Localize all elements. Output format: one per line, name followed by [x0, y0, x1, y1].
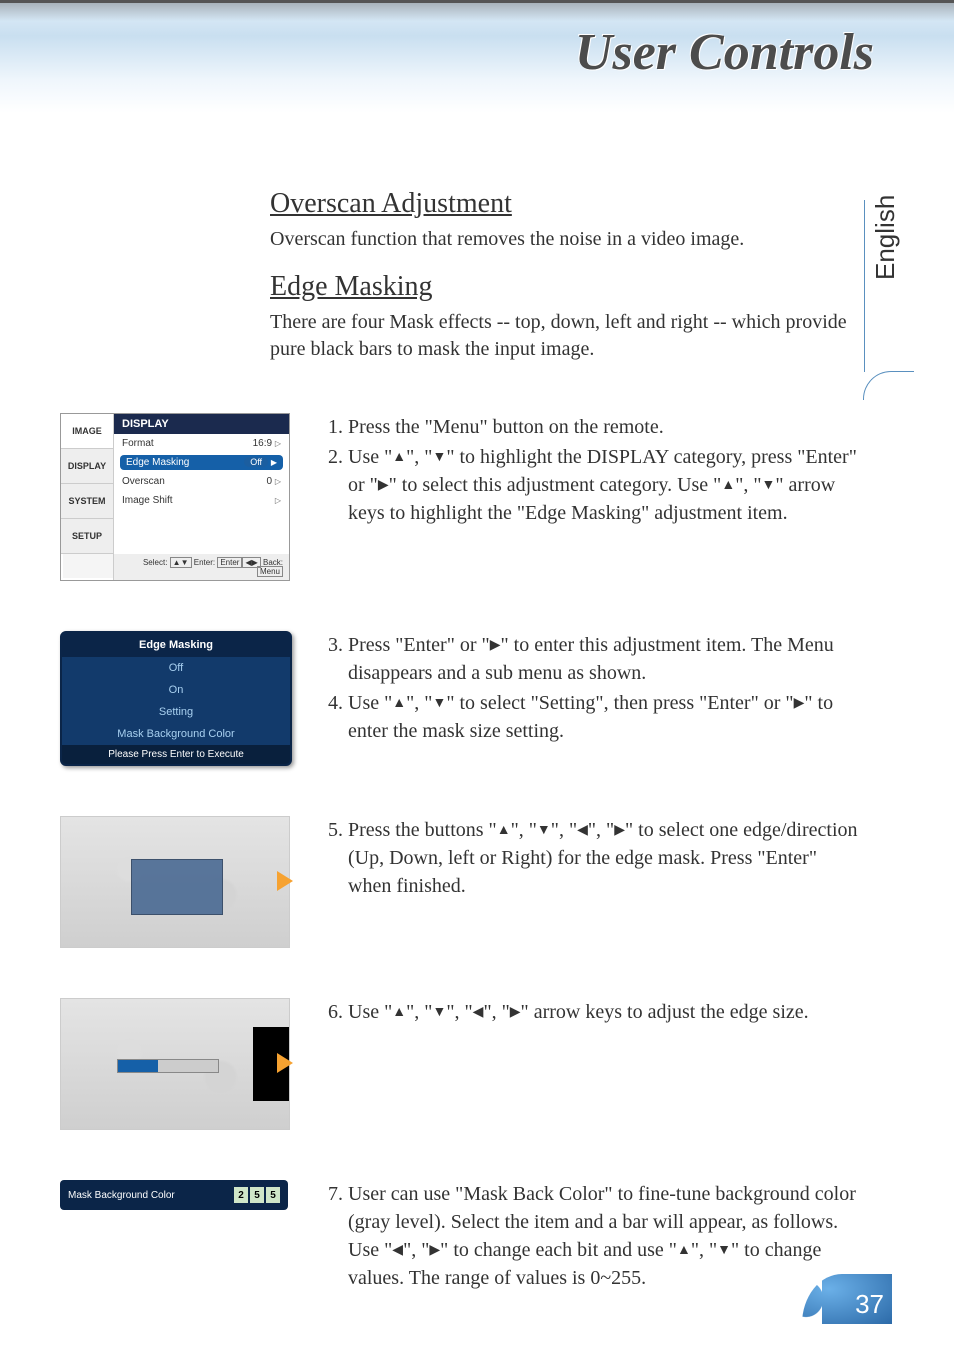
- up-arrow-icon: ▲: [677, 1244, 691, 1258]
- figure-submenu: Edge Masking Off On Setting Mask Backgro…: [60, 631, 300, 766]
- osd-hint-bar: Select: ▲▼ Enter: Enter◀▶ Back: Menu: [114, 554, 289, 580]
- language-tab: English: [864, 200, 914, 400]
- osd-row-format-value: 16:9: [253, 438, 272, 449]
- page-number: 37: [855, 1289, 884, 1320]
- triangle-right-icon: ▶: [271, 458, 277, 467]
- up-arrow-icon: ▲: [721, 479, 735, 493]
- right-arrow-icon: ▶: [614, 824, 625, 838]
- maskbar-digit: 5: [266, 1187, 280, 1203]
- step-2: Use "▲", "▼" to highlight the DISPLAY ca…: [348, 443, 860, 527]
- edgemask-heading: Edge Masking: [270, 271, 860, 303]
- osd-title: DISPLAY: [114, 414, 289, 434]
- submenu-item-on: On: [62, 679, 290, 701]
- up-arrow-icon: ▲: [392, 451, 406, 465]
- step-6: Use "▲", "▼", "◀", "▶" arrow keys to adj…: [348, 998, 860, 1026]
- osd-row-edgemask-value: Off: [244, 457, 268, 467]
- page-title: User Controls: [575, 23, 874, 82]
- submenu-bottom: Please Press Enter to Execute: [62, 745, 290, 764]
- right-arrow-icon: ▶: [490, 639, 501, 653]
- down-arrow-icon: ▼: [762, 479, 776, 493]
- header-banner: User Controls: [0, 0, 954, 113]
- down-arrow-icon: ▼: [432, 1006, 446, 1020]
- osd-row-format-label: Format: [122, 438, 154, 449]
- submenu-item-maskbg: Mask Background Color: [62, 723, 290, 745]
- page-number-badge: 37: [802, 1274, 892, 1324]
- step-1: Press the "Menu" button on the remote.: [348, 413, 860, 441]
- down-arrow-icon: ▼: [717, 1244, 731, 1258]
- main-content: Overscan Adjustment Overscan function th…: [60, 170, 860, 1294]
- figure-shot-select-edge: [60, 816, 300, 948]
- figure-mask-color-bar: Mask Background Color 2 5 5: [60, 1180, 300, 1210]
- right-arrow-icon: ▶: [429, 1244, 440, 1258]
- figure-osd-display: IMAGE DISPLAY SYSTEM SETUP DISPLAY Forma…: [60, 413, 300, 581]
- left-arrow-icon: ◀: [392, 1244, 403, 1258]
- down-arrow-icon: ▼: [432, 451, 446, 465]
- triangle-right-icon: ▷: [275, 439, 281, 448]
- step-3: Press "Enter" or "▶" to enter this adjus…: [348, 631, 860, 687]
- overscan-heading: Overscan Adjustment: [270, 188, 860, 220]
- submenu-item-setting: Setting: [62, 701, 290, 723]
- osd-row-edgemask-label: Edge Masking: [126, 457, 189, 468]
- maskbar-label: Mask Background Color: [68, 1190, 175, 1201]
- arrow-right-icon: [277, 1053, 293, 1073]
- right-arrow-icon: ▶: [510, 1006, 521, 1020]
- osd-tab-image: IMAGE: [61, 414, 113, 449]
- up-arrow-icon: ▲: [392, 1006, 406, 1020]
- osd-tab-display: DISPLAY: [61, 449, 113, 484]
- osd-row-overscan-label: Overscan: [122, 476, 165, 487]
- language-label: English: [870, 195, 901, 280]
- osd-tab-setup: SETUP: [61, 519, 113, 554]
- step-5: Press the buttons "▲", "▼", "◀", "▶" to …: [348, 816, 860, 900]
- overscan-desc: Overscan function that removes the noise…: [270, 226, 850, 253]
- up-arrow-icon: ▲: [497, 824, 511, 838]
- submenu-title: Edge Masking: [62, 633, 290, 657]
- right-arrow-icon: ▶: [378, 479, 389, 493]
- osd-tab-system: SYSTEM: [61, 484, 113, 519]
- osd-row-overscan-value: 0: [267, 476, 273, 487]
- edgemask-desc: There are four Mask effects -- top, down…: [270, 309, 850, 363]
- up-arrow-icon: ▲: [392, 697, 406, 711]
- page: User Controls English Overscan Adjustmen…: [0, 0, 954, 1354]
- maskbar-digit: 2: [234, 1187, 248, 1203]
- left-arrow-icon: ◀: [577, 824, 588, 838]
- figure-shot-adjust-edge: [60, 998, 300, 1130]
- triangle-right-icon: ▷: [275, 477, 281, 486]
- osd-row-imageshift-label: Image Shift: [122, 495, 173, 506]
- down-arrow-icon: ▼: [537, 824, 551, 838]
- left-arrow-icon: ◀: [473, 1006, 484, 1020]
- right-arrow-icon: ▶: [794, 697, 805, 711]
- arrow-right-icon: [277, 871, 293, 891]
- submenu-item-off: Off: [62, 657, 290, 679]
- maskbar-digit: 5: [250, 1187, 264, 1203]
- triangle-right-icon: ▷: [275, 496, 281, 505]
- step-4: Use "▲", "▼" to select "Setting", then p…: [348, 689, 860, 745]
- down-arrow-icon: ▼: [432, 697, 446, 711]
